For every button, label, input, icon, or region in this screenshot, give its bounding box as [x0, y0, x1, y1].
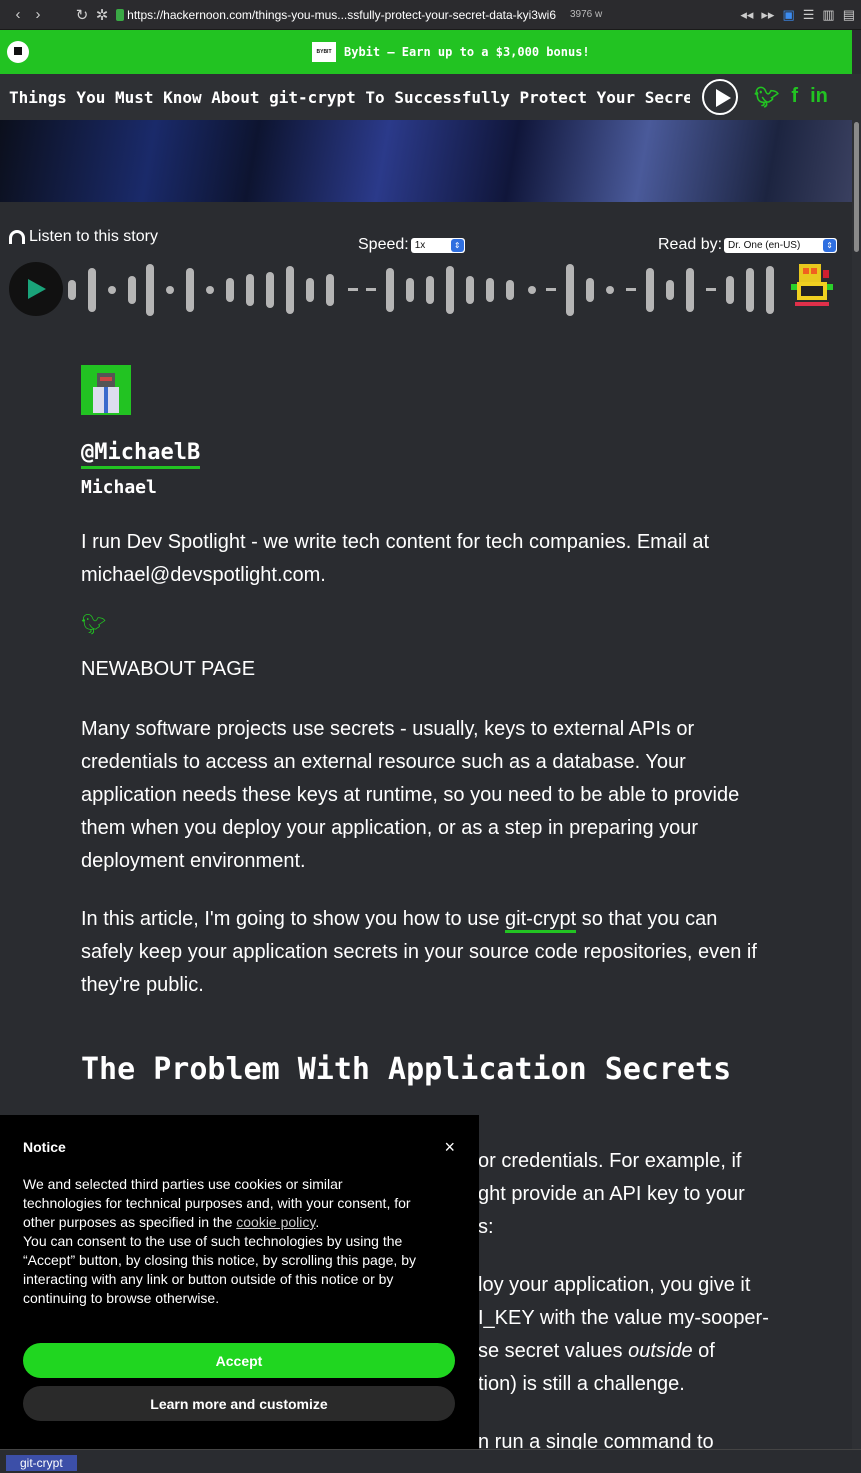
address-bar[interactable]: https://hackernoon.com/things-you-mus...…	[116, 8, 556, 22]
avatar-icon	[81, 365, 131, 415]
hackernoon-logo-icon[interactable]	[7, 41, 29, 63]
article-line: I_KEY with the value my-sooper-	[478, 1307, 769, 1329]
notice-text: We and selected third parties use cookie…	[23, 1176, 411, 1230]
play-icon[interactable]	[702, 79, 738, 115]
speed-label: Speed:	[358, 236, 409, 253]
speed-value: 1x	[414, 239, 426, 251]
article-line: loy your application, you give it	[478, 1274, 751, 1296]
bybit-logo-icon: BYBIT	[312, 42, 336, 62]
select-caret-icon: ⇕	[823, 238, 837, 252]
notice-text: You can consent to the use of such techn…	[23, 1233, 416, 1306]
article-line: or credentials. For example, if	[478, 1150, 742, 1172]
listen-label: Listen to this story	[9, 228, 158, 246]
select-caret-icon: ⇕	[450, 238, 464, 252]
headphones-icon	[9, 230, 25, 244]
promo-banner[interactable]: BYBIT Bybit – Earn up to a $3,000 bonus!	[312, 42, 590, 62]
facebook-icon[interactable]: f	[791, 85, 798, 110]
paragraph-text: In this article, I'm going to show you h…	[81, 908, 506, 930]
forward-icon[interactable]: ›	[28, 6, 48, 23]
back-icon[interactable]: ‹	[8, 6, 28, 23]
voice-value: Dr. One (en-US)	[728, 239, 801, 251]
columns-icon[interactable]: ▥	[822, 7, 834, 23]
author-bio: I run Dev Spotlight - we write tech cont…	[81, 531, 710, 586]
section-heading: The Problem With Application Secrets	[81, 1052, 732, 1087]
audio-play-button[interactable]	[9, 262, 63, 316]
extension-icon[interactable]: ▸▸	[761, 7, 774, 23]
twitter-icon[interactable]: 🐦︎	[754, 85, 779, 110]
notice-body: We and selected third parties use cookie…	[23, 1175, 423, 1308]
article-line: ght provide an API key to your	[478, 1183, 745, 1205]
article-line: se secret values outside of	[478, 1335, 715, 1368]
close-icon[interactable]: ×	[444, 1137, 455, 1158]
toolbar-extensions: ◂◂ ▸▸ ▣ ☰ ▥ ▤	[740, 7, 861, 23]
list-icon[interactable]: ☰	[803, 7, 815, 23]
browser-toolbar: ‹ › ↻ ✲ https://hackernoon.com/things-yo…	[0, 0, 861, 30]
article-paragraph: Many software projects use secrets - usu…	[81, 718, 740, 872]
site-header: BYBIT Bybit – Earn up to a $3,000 bonus!	[0, 30, 852, 74]
author-name: Michael	[81, 477, 157, 498]
article-line: tion) is still a challenge.	[478, 1373, 685, 1395]
gear-icon[interactable]: ✲	[92, 6, 112, 24]
author-handle[interactable]: @MichaelB	[81, 440, 201, 469]
promo-text[interactable]: Bybit – Earn up to a $3,000 bonus!	[344, 45, 590, 59]
git-crypt-link[interactable]: git-crypt	[505, 908, 577, 933]
extension-icon[interactable]: ◂◂	[740, 7, 753, 23]
scrollbar-thumb[interactable]	[854, 122, 859, 252]
voice-control: Read by: Dr. One (en-US) ⇕	[658, 236, 838, 254]
audio-waveform[interactable]	[66, 262, 786, 318]
accept-button[interactable]: Accept	[23, 1343, 455, 1378]
url-text: https://hackernoon.com/things-you-mus...…	[127, 7, 556, 22]
voice-select[interactable]: Dr. One (en-US) ⇕	[724, 237, 838, 253]
article-paragraph: In this article, I'm going to show you h…	[81, 903, 771, 1002]
status-tag: git-crypt	[6, 1455, 77, 1471]
word-count: 3976 w	[570, 9, 603, 20]
learn-more-button[interactable]: Learn more and customize	[23, 1386, 455, 1421]
article-title: Things You Must Know About git-crypt To …	[9, 87, 690, 107]
reader-icon[interactable]: ▣	[782, 7, 794, 23]
site-favicon-icon	[116, 8, 125, 21]
robot-narrator-icon	[791, 264, 833, 306]
sidebar-icon[interactable]: ▤	[843, 7, 855, 23]
line-emphasis: outside	[628, 1340, 693, 1362]
about-page-link[interactable]: NEWABOUT PAGE	[81, 658, 255, 681]
speed-select[interactable]: 1x ⇕	[410, 237, 465, 253]
reload-icon[interactable]: ↻	[72, 6, 92, 24]
scrollbar[interactable]	[852, 74, 861, 1449]
linkedin-icon[interactable]: in	[810, 85, 828, 110]
article-title-bar: Things You Must Know About git-crypt To …	[0, 74, 852, 120]
readby-label: Read by:	[658, 236, 723, 253]
status-bar: git-crypt	[0, 1449, 861, 1473]
line-text: of	[692, 1340, 715, 1362]
notice-text: .	[315, 1214, 320, 1230]
author-avatar[interactable]	[81, 365, 131, 415]
speed-control: Speed: 1x ⇕	[358, 236, 465, 254]
social-share: 🐦︎ f in	[754, 85, 828, 110]
hero-image	[0, 120, 852, 202]
article-line: s:	[478, 1216, 494, 1238]
notice-title: Notice	[23, 1139, 66, 1155]
author-twitter-icon[interactable]: 🐦︎	[81, 612, 106, 637]
line-text: se secret values	[478, 1340, 629, 1362]
listen-text: Listen to this story	[29, 228, 158, 245]
cookie-policy-link[interactable]: cookie policy	[236, 1214, 315, 1230]
cookie-notice: Notice × We and selected third parties u…	[0, 1115, 479, 1449]
